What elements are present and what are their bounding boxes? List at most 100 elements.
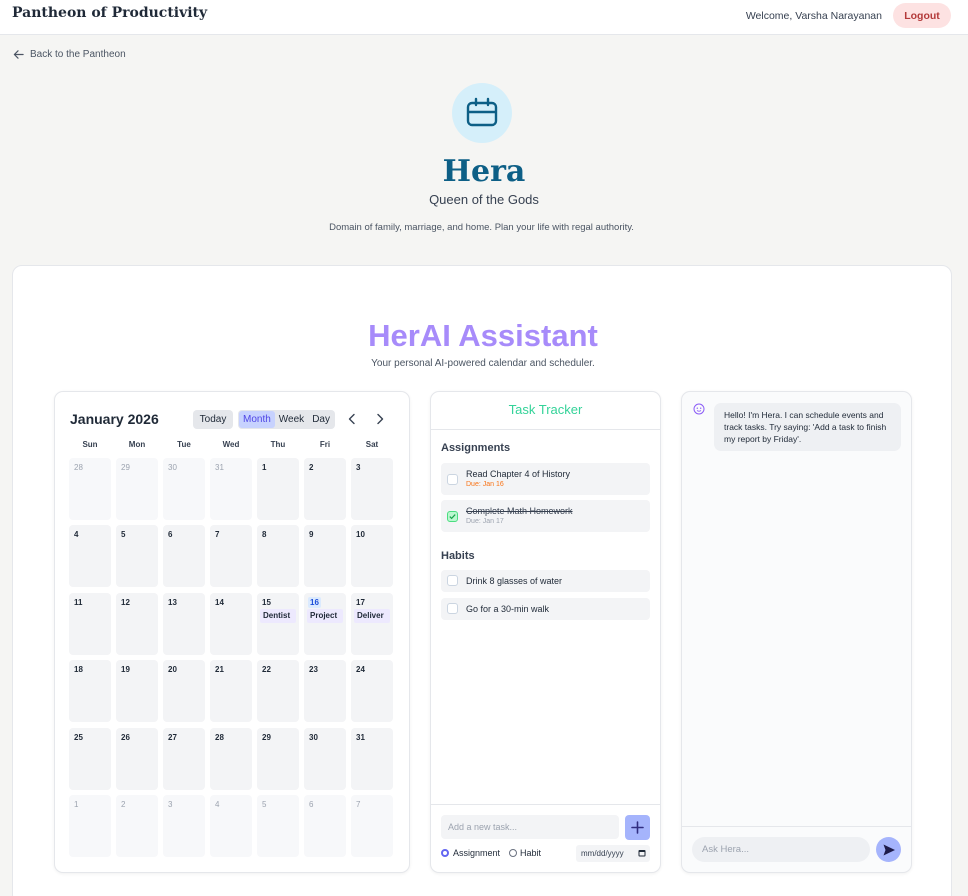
back-link-label: Back to the Pantheon bbox=[30, 49, 126, 60]
new-task-input[interactable]: Add a new task... bbox=[441, 815, 619, 839]
assistant-title: HerAI Assistant bbox=[368, 318, 598, 353]
calendar-day-cell[interactable]: 21 bbox=[210, 660, 252, 722]
calendar-day-cell[interactable]: 27 bbox=[163, 728, 205, 790]
weekday-header: Sat bbox=[365, 440, 379, 449]
day-number: 16 bbox=[308, 597, 321, 608]
calendar-day-cell[interactable]: 2 bbox=[304, 458, 346, 520]
day-number: 26 bbox=[121, 733, 130, 742]
calendar-day-cell[interactable]: 29 bbox=[257, 728, 299, 790]
calendar-day-cell[interactable]: 7 bbox=[351, 795, 393, 857]
calendar-event[interactable]: Deliver bbox=[354, 609, 390, 623]
calendar-day-cell[interactable]: 29 bbox=[116, 458, 158, 520]
calendar-day-cell[interactable]: 4 bbox=[69, 525, 111, 587]
calendar-day-cell[interactable]: 7 bbox=[210, 525, 252, 587]
back-link[interactable]: Back to the Pantheon bbox=[13, 49, 126, 60]
chat-input[interactable]: Ask Hera... bbox=[692, 837, 870, 862]
habits-heading: Habits bbox=[441, 550, 475, 562]
day-number: 22 bbox=[262, 665, 271, 674]
view-switcher: Month Week Day bbox=[238, 410, 335, 429]
day-number: 4 bbox=[215, 800, 220, 809]
assignments-heading: Assignments bbox=[441, 442, 511, 454]
view-day-button[interactable]: Day bbox=[308, 411, 334, 428]
calendar-day-cell[interactable]: 18 bbox=[69, 660, 111, 722]
calendar-panel: January 2026 Today Month Week Day Sun Mon… bbox=[54, 391, 410, 873]
calendar-day-cell[interactable]: 10 bbox=[351, 525, 393, 587]
calendar-day-cell[interactable]: 1 bbox=[69, 795, 111, 857]
calendar-day-cell[interactable]: 3 bbox=[163, 795, 205, 857]
calendar-day-cell[interactable]: 3 bbox=[351, 458, 393, 520]
calendar-day-cell[interactable]: 5 bbox=[257, 795, 299, 857]
send-button[interactable] bbox=[876, 837, 901, 862]
calendar-day-cell[interactable]: 28 bbox=[210, 728, 252, 790]
habit-checkbox[interactable] bbox=[447, 603, 458, 614]
calendar-day-cell[interactable]: 11 bbox=[69, 593, 111, 655]
calendar-day-cell[interactable]: 31 bbox=[210, 458, 252, 520]
day-number: 21 bbox=[215, 665, 224, 674]
due-date-input[interactable]: mm/dd/yyyy bbox=[576, 845, 650, 862]
day-number: 7 bbox=[215, 530, 220, 539]
calendar-day-cell[interactable]: 16 Project bbox=[304, 593, 346, 655]
today-button[interactable]: Today bbox=[193, 410, 233, 429]
habit-radio[interactable] bbox=[509, 849, 517, 857]
calendar-day-cell[interactable]: 6 bbox=[163, 525, 205, 587]
calendar-day-cell[interactable]: 22 bbox=[257, 660, 299, 722]
calendar-day-cell[interactable]: 23 bbox=[304, 660, 346, 722]
calendar-day-cell[interactable]: 5 bbox=[116, 525, 158, 587]
calendar-day-cell[interactable]: 24 bbox=[351, 660, 393, 722]
calendar-day-cell[interactable]: 2 bbox=[116, 795, 158, 857]
day-number: 10 bbox=[356, 530, 365, 539]
day-number: 27 bbox=[168, 733, 177, 742]
calendar-day-cell[interactable]: 1 bbox=[257, 458, 299, 520]
calendar-day-cell[interactable]: 8 bbox=[257, 525, 299, 587]
habit-item: Drink 8 glasses of water bbox=[441, 570, 650, 592]
day-number: 6 bbox=[168, 530, 173, 539]
chevron-left-icon[interactable] bbox=[345, 412, 359, 426]
weekday-header: Wed bbox=[222, 440, 240, 449]
calendar-day-cell[interactable]: 4 bbox=[210, 795, 252, 857]
day-number: 8 bbox=[262, 530, 267, 539]
chevron-right-icon[interactable] bbox=[373, 412, 387, 426]
day-number: 31 bbox=[356, 733, 365, 742]
calendar-day-cell[interactable]: 19 bbox=[116, 660, 158, 722]
weekday-header: Fri bbox=[319, 440, 331, 449]
day-number: 9 bbox=[309, 530, 314, 539]
calendar-day-cell[interactable]: 30 bbox=[304, 728, 346, 790]
view-month-button[interactable]: Month bbox=[239, 411, 275, 428]
day-number: 2 bbox=[121, 800, 126, 809]
assignment-radio[interactable] bbox=[441, 849, 449, 857]
view-week-button[interactable]: Week bbox=[275, 411, 308, 428]
habit-item: Go for a 30-min walk bbox=[441, 598, 650, 620]
calendar-day-cell[interactable]: 20 bbox=[163, 660, 205, 722]
calendar-event[interactable]: Project bbox=[307, 609, 343, 623]
day-number: 14 bbox=[215, 598, 224, 607]
calendar-day-cell[interactable]: 28 bbox=[69, 458, 111, 520]
brand-title[interactable]: Pantheon of Productivity bbox=[12, 5, 207, 21]
bot-icon bbox=[693, 403, 705, 415]
calendar-day-cell[interactable]: 17 Deliver bbox=[351, 593, 393, 655]
calendar-day-cell[interactable]: 6 bbox=[304, 795, 346, 857]
logout-button[interactable]: Logout bbox=[893, 3, 951, 28]
calendar-day-cell[interactable]: 14 bbox=[210, 593, 252, 655]
task-checkbox[interactable] bbox=[447, 474, 458, 485]
calendar-day-cell[interactable]: 9 bbox=[304, 525, 346, 587]
calendar-day-cell[interactable]: 31 bbox=[351, 728, 393, 790]
page-description: Domain of family, marriage, and home. Pl… bbox=[329, 222, 634, 233]
calendar-day-cell[interactable]: 30 bbox=[163, 458, 205, 520]
calendar-day-cell[interactable]: 25 bbox=[69, 728, 111, 790]
calendar-event[interactable]: Dentist bbox=[260, 609, 296, 623]
task-checkbox[interactable] bbox=[447, 511, 458, 522]
day-number: 30 bbox=[168, 463, 177, 472]
calendar-day-cell[interactable]: 15 Dentist bbox=[257, 593, 299, 655]
calendar-day-cell[interactable]: 13 bbox=[163, 593, 205, 655]
add-task-button[interactable] bbox=[625, 815, 650, 840]
day-number: 17 bbox=[356, 598, 365, 607]
weekday-header: Tue bbox=[177, 440, 191, 449]
habit-checkbox[interactable] bbox=[447, 575, 458, 586]
calendar-day-cell[interactable]: 26 bbox=[116, 728, 158, 790]
calendar-day-cell[interactable]: 12 bbox=[116, 593, 158, 655]
chat-message-bot: Hello! I'm Hera. I can schedule events a… bbox=[714, 403, 901, 451]
day-number: 30 bbox=[309, 733, 318, 742]
weekday-header: Mon bbox=[128, 440, 146, 449]
calendar-small-icon bbox=[638, 850, 646, 857]
divider bbox=[431, 804, 660, 805]
